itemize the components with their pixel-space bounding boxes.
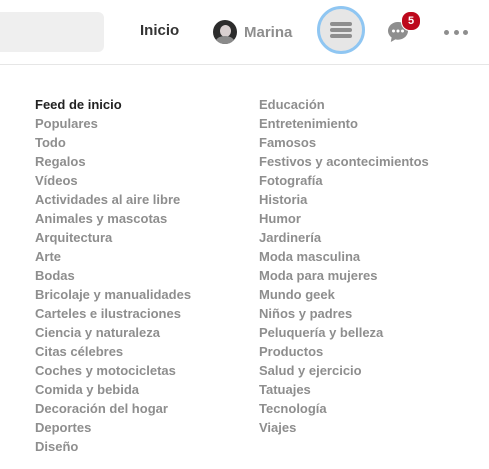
category-item[interactable]: Festivos y acontecimientos — [259, 152, 429, 171]
category-item[interactable]: Regalos — [35, 152, 191, 171]
search-input[interactable] — [0, 12, 104, 52]
category-item[interactable]: Animales y mascotas — [35, 209, 191, 228]
home-link[interactable]: Inicio — [140, 22, 179, 39]
notification-badge: 5 — [401, 11, 421, 31]
category-item[interactable]: Deportes — [35, 418, 191, 437]
dot-icon — [453, 29, 459, 35]
category-item[interactable]: Coches y motocicletas — [35, 361, 191, 380]
category-item[interactable]: Educación — [259, 95, 429, 114]
categories-column-left: Feed de inicio Populares Todo Regalos Ví… — [35, 95, 191, 456]
menu-icon — [330, 22, 352, 38]
category-item[interactable]: Bodas — [35, 266, 191, 285]
category-item[interactable]: Humor — [259, 209, 429, 228]
categories-dropdown: Feed de inicio Populares Todo Regalos Ví… — [0, 65, 489, 469]
categories-column-right: Educación Entretenimiento Famosos Festiv… — [259, 95, 429, 437]
profile-link[interactable]: Marina — [213, 19, 292, 45]
category-item[interactable]: Productos — [259, 342, 429, 361]
category-item[interactable]: Mundo geek — [259, 285, 429, 304]
category-item[interactable]: Arquitectura — [35, 228, 191, 247]
top-header: Inicio Marina 5 — [0, 0, 489, 65]
categories-menu-button[interactable] — [317, 6, 365, 54]
dot-icon — [444, 29, 449, 35]
category-item[interactable]: Jardinería — [259, 228, 429, 247]
category-item[interactable]: Peluquería y belleza — [259, 323, 429, 342]
category-item[interactable]: Decoración del hogar — [35, 399, 191, 418]
category-item[interactable]: Carteles e ilustraciones — [35, 304, 191, 323]
category-item[interactable]: Niños y padres — [259, 304, 429, 323]
category-item[interactable]: Entretenimiento — [259, 114, 429, 133]
category-item[interactable]: Populares — [35, 114, 191, 133]
category-item[interactable]: Tecnología — [259, 399, 429, 418]
category-item[interactable]: Famosos — [259, 133, 429, 152]
category-item[interactable]: Salud y ejercicio — [259, 361, 429, 380]
category-item[interactable]: Tatuajes — [259, 380, 429, 399]
category-item[interactable]: Vídeos — [35, 171, 191, 190]
category-item[interactable]: Moda para mujeres — [259, 266, 429, 285]
category-item[interactable]: Viajes — [259, 418, 429, 437]
category-item[interactable]: Todo — [35, 133, 191, 152]
category-item[interactable]: Actividades al aire libre — [35, 190, 191, 209]
more-options-button[interactable] — [444, 24, 468, 40]
category-item[interactable]: Ciencia y naturaleza — [35, 323, 191, 342]
category-item[interactable]: Fotografía — [259, 171, 429, 190]
category-item[interactable]: Citas célebres — [35, 342, 191, 361]
category-item[interactable]: Comida y bebida — [35, 380, 191, 399]
profile-name: Marina — [244, 23, 293, 41]
avatar — [213, 20, 237, 44]
dot-icon — [463, 29, 468, 35]
category-item[interactable]: Diseño — [35, 437, 191, 456]
category-item[interactable]: Arte — [35, 247, 191, 266]
category-item[interactable]: Historia — [259, 190, 429, 209]
category-item[interactable]: Feed de inicio — [35, 95, 191, 114]
category-item[interactable]: Bricolaje y manualidades — [35, 285, 191, 304]
category-item[interactable]: Moda masculina — [259, 247, 429, 266]
